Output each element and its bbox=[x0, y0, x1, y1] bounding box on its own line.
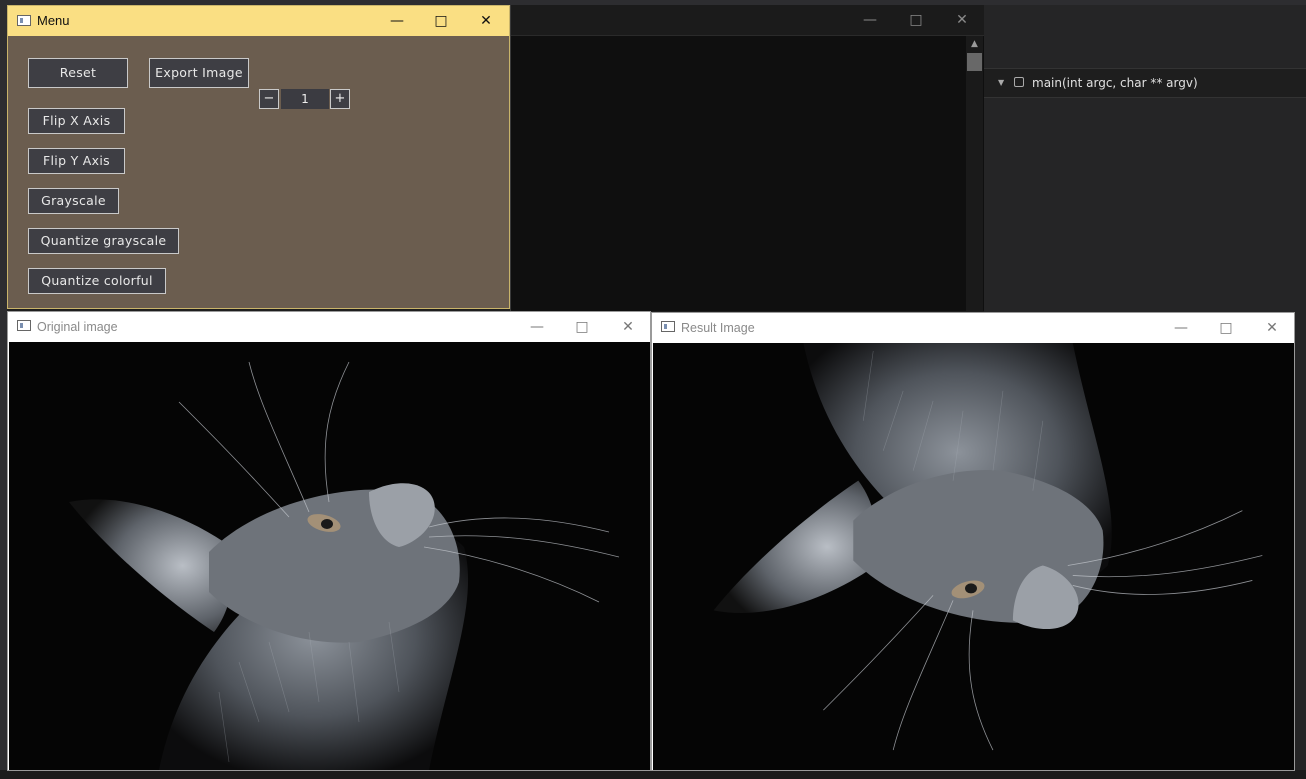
ide-maximize-button[interactable]: □ bbox=[893, 5, 939, 35]
ide-editor-titlebar: — □ ✕ bbox=[511, 5, 985, 36]
result-image-titlebar[interactable]: Result Image — □ ✕ bbox=[652, 313, 1294, 343]
flip-y-axis-button[interactable]: Flip Y Axis bbox=[28, 148, 125, 174]
original-image-title: Original image bbox=[37, 320, 118, 334]
function-signature: main(int argc, char ** argv) bbox=[1032, 76, 1198, 90]
function-cube-icon bbox=[1014, 77, 1024, 87]
ide-editor-window: — □ ✕ bbox=[510, 5, 985, 311]
window-app-icon bbox=[17, 320, 31, 331]
menu-titlebar[interactable]: Menu — □ ✕ bbox=[8, 6, 509, 36]
original-maximize-button[interactable]: □ bbox=[559, 312, 605, 342]
ide-close-button[interactable]: ✕ bbox=[939, 5, 985, 35]
original-image-window: Original image — □ ✕ bbox=[7, 311, 651, 771]
ide-vertical-scrollbar[interactable]: ▲ bbox=[966, 36, 983, 311]
result-close-button[interactable]: ✕ bbox=[1249, 313, 1295, 343]
original-image-titlebar[interactable]: Original image — □ ✕ bbox=[8, 312, 650, 342]
scroll-up-arrow-icon[interactable]: ▲ bbox=[966, 36, 983, 52]
grayscale-button[interactable]: Grayscale bbox=[28, 188, 119, 214]
ide-minimize-button[interactable]: — bbox=[847, 5, 893, 35]
quantize-grayscale-button[interactable]: Quantize grayscale bbox=[28, 228, 179, 254]
result-image-title: Result Image bbox=[681, 321, 755, 335]
quantize-colorful-button[interactable]: Quantize colorful bbox=[28, 268, 166, 294]
original-image-canvas bbox=[9, 342, 650, 770]
original-close-button[interactable]: ✕ bbox=[605, 312, 651, 342]
reset-button[interactable]: Reset bbox=[28, 58, 128, 88]
menu-window: Menu — □ ✕ Reset Export Image − 1 + Flip… bbox=[7, 5, 510, 309]
decrement-button[interactable]: − bbox=[259, 89, 279, 109]
ide-left-strip bbox=[0, 5, 7, 779]
result-image-canvas bbox=[653, 343, 1294, 770]
function-navigation-bar[interactable]: ▼ main(int argc, char ** argv) bbox=[984, 68, 1306, 98]
menu-close-button[interactable]: ✕ bbox=[463, 6, 509, 36]
window-app-icon bbox=[661, 321, 675, 332]
result-maximize-button[interactable]: □ bbox=[1203, 313, 1249, 343]
kitten-photo bbox=[9, 342, 650, 770]
menu-maximize-button[interactable]: □ bbox=[418, 6, 464, 36]
ide-status-bar bbox=[0, 770, 1306, 779]
original-minimize-button[interactable]: — bbox=[514, 312, 560, 342]
window-app-icon bbox=[17, 15, 31, 26]
result-image-window: Result Image — □ ✕ bbox=[651, 312, 1295, 771]
increment-button[interactable]: + bbox=[330, 89, 350, 109]
menu-minimize-button[interactable]: — bbox=[374, 6, 420, 36]
export-image-button[interactable]: Export Image bbox=[149, 58, 249, 88]
scroll-thumb[interactable] bbox=[967, 53, 982, 71]
stepper-value: 1 bbox=[281, 89, 329, 109]
chevron-down-icon[interactable]: ▼ bbox=[998, 69, 1004, 97]
kitten-photo-flipped bbox=[653, 343, 1294, 770]
flip-x-axis-button[interactable]: Flip X Axis bbox=[28, 108, 125, 134]
menu-window-title: Menu bbox=[37, 13, 70, 28]
result-minimize-button[interactable]: — bbox=[1158, 313, 1204, 343]
